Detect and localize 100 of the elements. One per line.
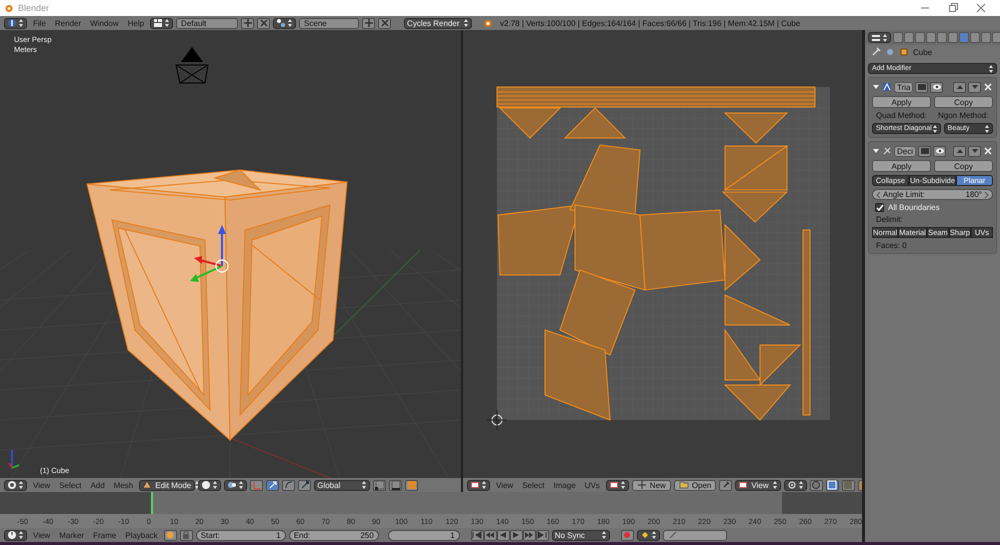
orientation-dropdown[interactable]: Global [314, 480, 370, 490]
add-icon[interactable] [362, 18, 376, 28]
x-icon [380, 18, 390, 28]
view-dropdown[interactable]: View [735, 480, 781, 490]
editor-type-button[interactable] [4, 18, 27, 28]
playback-button[interactable] [510, 530, 523, 540]
apply-button[interactable]: Apply [872, 160, 931, 172]
angle-limit-field[interactable]: Angle Limit: 180° [872, 189, 993, 200]
editor-type-button[interactable] [868, 32, 891, 43]
add-icon[interactable] [241, 18, 254, 28]
property-tab[interactable] [915, 32, 925, 43]
property-tab[interactable] [970, 32, 980, 43]
sync-dropdown[interactable]: No Sync [552, 530, 610, 540]
remove-button[interactable] [378, 18, 392, 28]
rotate-toggle[interactable] [282, 480, 296, 490]
start-frame-field[interactable]: Start: 1 [196, 530, 286, 540]
lock-toggle[interactable] [180, 530, 193, 540]
menu-item[interactable]: Add [87, 480, 108, 490]
pivot-button[interactable] [224, 480, 248, 490]
move-down-button[interactable] [968, 146, 981, 156]
triangulate-icon [882, 82, 892, 92]
editor-type-button[interactable] [4, 530, 27, 540]
menu-item[interactable]: Playback [122, 530, 161, 540]
menu-item[interactable]: Mesh [110, 480, 136, 490]
move-up-button[interactable] [953, 146, 966, 156]
apply-button[interactable]: Apply [872, 96, 931, 108]
editor-type-button[interactable] [4, 480, 27, 490]
playback-button[interactable] [496, 530, 510, 540]
vertex-select-button[interactable] [826, 480, 839, 490]
move-down-button[interactable] [968, 82, 981, 92]
preview-range-toggle[interactable] [164, 530, 177, 540]
property-tab[interactable] [981, 32, 991, 43]
editor-icon [871, 32, 881, 42]
translate-toggle[interactable] [266, 480, 280, 490]
menu-item[interactable]: Marker [56, 530, 88, 540]
pin-button[interactable] [719, 480, 732, 490]
screen-layout-button[interactable] [150, 18, 174, 28]
scene-button[interactable] [273, 18, 296, 28]
sync-selection-button[interactable] [810, 480, 823, 490]
menu-item[interactable]: File [30, 18, 49, 28]
layout-field[interactable]: Default [176, 18, 238, 28]
remove-button[interactable] [257, 18, 270, 28]
folder-icon [678, 480, 689, 490]
property-tab[interactable] [926, 32, 936, 43]
menu-item[interactable]: Select [56, 480, 84, 490]
blender-logo-icon [4, 3, 14, 13]
menu-item[interactable]: View [30, 480, 54, 490]
manipulator-toggle[interactable] [250, 480, 264, 490]
menu-item[interactable]: Select [519, 480, 548, 490]
modifier-name-field[interactable]: Deci [894, 146, 916, 156]
property-tab[interactable] [948, 32, 958, 43]
menu-item[interactable]: Help [124, 18, 148, 28]
edit-mode-toggle[interactable] [915, 82, 928, 92]
image-browse-button[interactable] [606, 480, 629, 490]
move-up-button[interactable] [953, 82, 966, 92]
keying-set-field[interactable] [662, 530, 727, 540]
render-toggle[interactable] [933, 146, 946, 156]
checkbox[interactable] [875, 203, 884, 212]
screen-icon [916, 82, 927, 92]
property-tab[interactable] [904, 32, 914, 43]
delimit-label: Delimit: [875, 215, 904, 224]
shading-button[interactable] [198, 480, 222, 490]
close-icon[interactable] [976, 3, 986, 13]
edit-mode-toggle[interactable] [918, 146, 932, 156]
scale-toggle[interactable] [298, 480, 312, 490]
property-tab[interactable] [992, 32, 1000, 43]
scene-field[interactable]: Scene [299, 18, 360, 28]
menu-item[interactable]: View [493, 480, 516, 490]
arc-icon [284, 480, 294, 490]
render-toggle[interactable] [930, 82, 944, 92]
x-icon [258, 18, 269, 28]
property-tab[interactable] [937, 32, 947, 43]
keying-button[interactable] [636, 530, 660, 540]
playback-button[interactable] [536, 530, 549, 540]
new-image-button[interactable]: New [632, 480, 671, 490]
menu-item[interactable]: Frame [90, 530, 120, 540]
arrow-icon [268, 480, 278, 490]
open-image-button[interactable]: Open [674, 480, 716, 490]
edge-select-button[interactable] [389, 480, 402, 490]
restore-icon[interactable] [948, 3, 958, 13]
menu-item[interactable]: Image [550, 480, 579, 490]
mode-dropdown[interactable]: Edit Mode [139, 480, 196, 490]
pin-icon[interactable] [871, 47, 881, 57]
menu-item[interactable]: Window [87, 18, 122, 28]
record-button[interactable] [620, 530, 634, 540]
copy-button[interactable]: Copy [934, 96, 993, 108]
current-frame-field[interactable]: 1 [388, 530, 460, 540]
menu-item[interactable]: View [30, 530, 54, 540]
lock-icon [181, 530, 192, 540]
render-engine-dropdown[interactable]: Cycles Render [404, 18, 472, 28]
modifier-name-field[interactable]: Tria [894, 82, 914, 92]
pivot-button[interactable] [784, 480, 807, 490]
copy-button[interactable]: Copy [934, 160, 993, 172]
playback-button[interactable] [470, 530, 484, 540]
menu-item[interactable]: Render [52, 18, 84, 28]
menu-item[interactable]: UVs [582, 480, 603, 490]
vertex-select-button[interactable] [373, 480, 386, 490]
editor-type-button[interactable] [467, 480, 490, 490]
property-tab[interactable] [893, 32, 903, 43]
end-frame-field[interactable]: End: 250 [288, 530, 379, 540]
